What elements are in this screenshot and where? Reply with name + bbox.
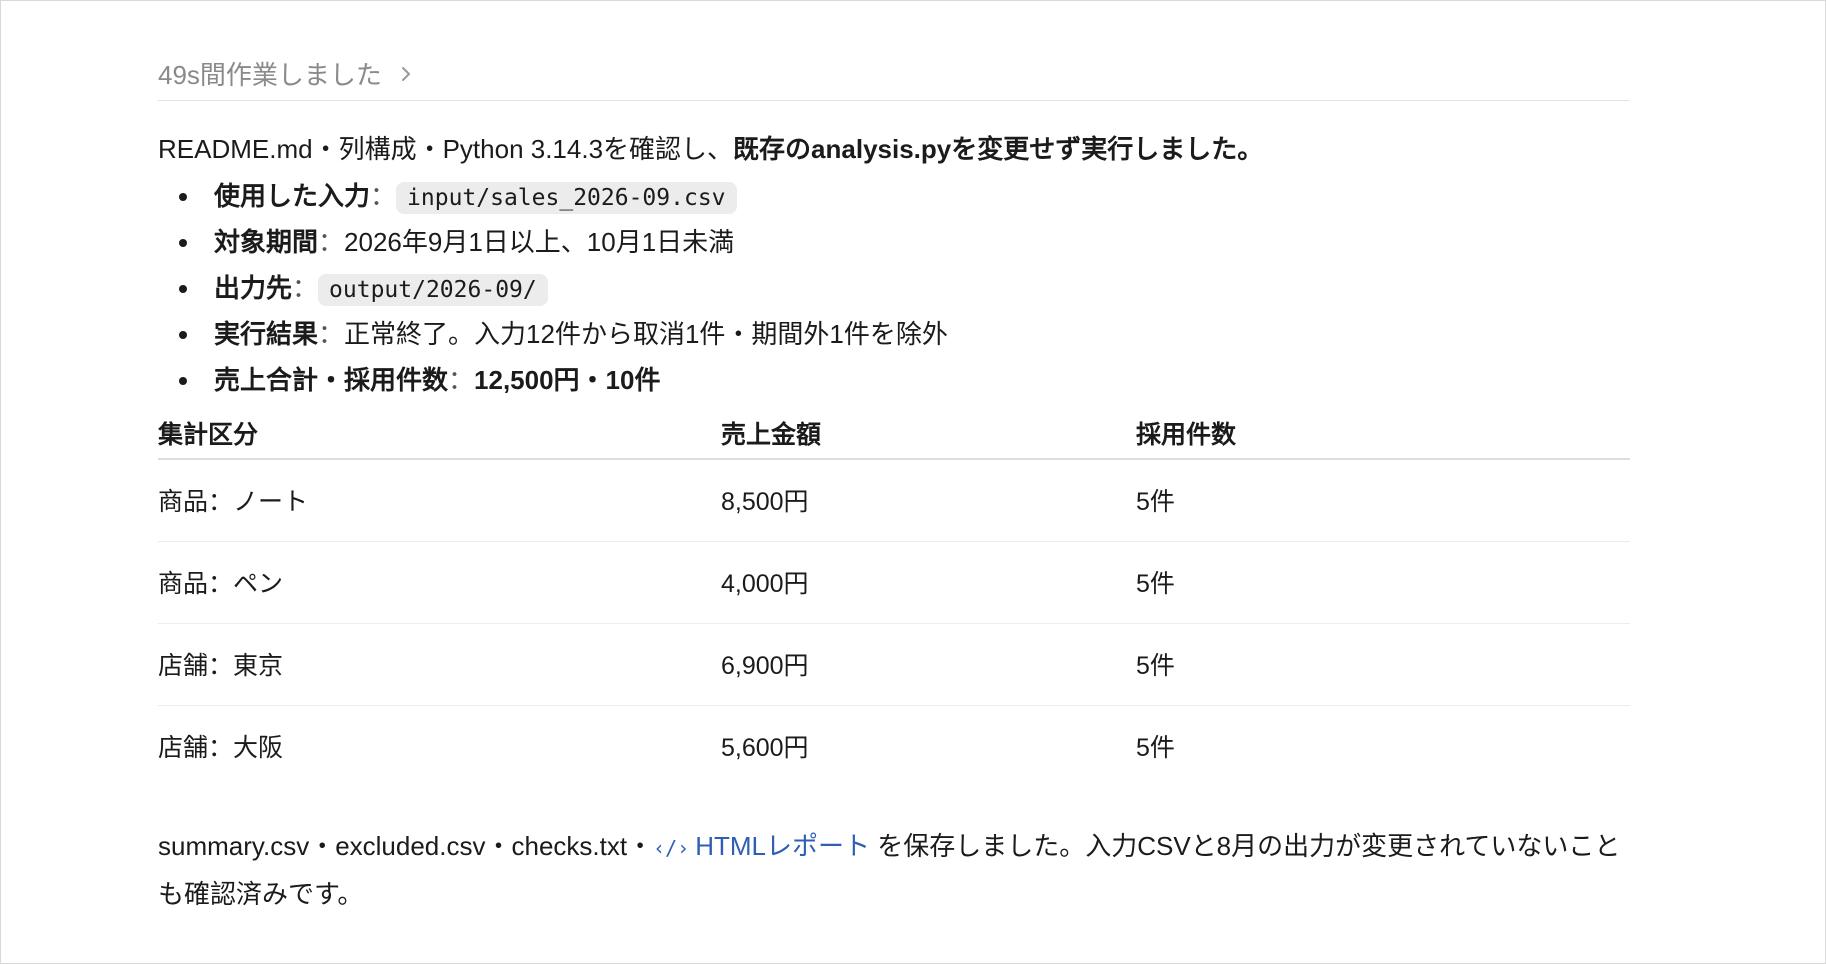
- table-row: 商品：ノート 8,500円 5件: [158, 459, 1630, 542]
- table-cell: 商品：ペン: [158, 541, 721, 624]
- list-item: 使用した入力： input/sales_2026-09.csv: [158, 173, 1630, 219]
- chevron-right-icon: [401, 66, 410, 81]
- separator: ：: [448, 365, 475, 395]
- header-sales-amount: 売上金額: [721, 407, 1136, 460]
- table-cell: 6,900円: [721, 623, 1136, 706]
- output-label: 出力先: [214, 273, 293, 303]
- list-item: 実行結果：正常終了。入力12件から取消1件・期間外1件を除外: [158, 311, 1630, 357]
- result-value: 正常終了。入力12件から取消1件・期間外1件を除外: [344, 319, 948, 349]
- result-bullet-list: 使用した入力： input/sales_2026-09.csv 対象期間：2026…: [158, 173, 1630, 403]
- header-adopted-count: 採用件数: [1136, 407, 1630, 460]
- list-item: 対象期間：2026年9月1日以上、10月1日未満: [158, 219, 1630, 265]
- separator: ：: [318, 227, 345, 257]
- intro-bold-text: 既存のanalysis.pyを変更せず実行しました。: [733, 134, 1264, 164]
- input-label: 使用した入力: [214, 181, 371, 211]
- html-report-link-label: HTMLレポート: [695, 831, 870, 861]
- table-cell: 5件: [1136, 734, 1175, 763]
- table-header-row: 集計区分 売上金額 採用件数: [158, 407, 1630, 460]
- saved-files-text: summary.csv・excluded.csv・checks.txt・: [158, 831, 654, 861]
- table-cell: 5件: [1136, 623, 1630, 706]
- table-cell: 8,500円: [721, 459, 1136, 542]
- list-item: 出力先： output/2026-09/: [158, 265, 1630, 311]
- table-cell: 5,600円: [721, 734, 809, 763]
- table-row: 店舗：東京 6,900円 5件: [158, 623, 1630, 706]
- total-label: 売上合計・採用件数: [214, 365, 449, 395]
- list-item: 売上合計・採用件数：12,500円・10件: [158, 357, 1630, 403]
- table-cell: 5件: [1136, 541, 1630, 624]
- chat-message-panel: 49s間作業しました README.md・列構成・Python 3.14.3を確…: [0, 0, 1826, 964]
- assistant-message: 49s間作業しました README.md・列構成・Python 3.14.3を確…: [158, 53, 1630, 917]
- period-value: 2026年9月1日以上、10月1日未満: [344, 227, 735, 257]
- table-cell: 店舗：東京: [158, 623, 721, 706]
- summary-table: 集計区分 売上金額 採用件数 商品：ノート 8,500円 5件 商品：ペン 4,…: [158, 407, 1630, 787]
- table-cell: 5件: [1136, 459, 1630, 542]
- worked-duration-label: 49s間作業しました: [158, 60, 382, 90]
- output-path-code: output/2026-09/: [318, 274, 548, 306]
- table-row: 商品：ペン 4,000円 5件: [158, 541, 1630, 624]
- table-cell: 4,000円: [721, 541, 1136, 624]
- separator: ：: [370, 181, 397, 211]
- header-category: 集計区分: [158, 407, 721, 460]
- table-row: 店舗：大阪 5,600円 5件: [158, 705, 1630, 787]
- table-cell: 商品：ノート: [158, 459, 721, 542]
- table-cell: 店舗：大阪: [158, 734, 284, 763]
- intro-text: README.md・列構成・Python 3.14.3を確認し、: [158, 134, 734, 164]
- result-label: 実行結果: [214, 319, 319, 349]
- separator: ：: [318, 319, 345, 349]
- html-report-link[interactable]: ‹/› HTMLレポート: [653, 831, 870, 861]
- intro-paragraph: README.md・列構成・Python 3.14.3を確認し、既存のanaly…: [158, 131, 1630, 167]
- summary-paragraph: summary.csv・excluded.csv・checks.txt・‹/› H…: [158, 823, 1630, 917]
- separator: ：: [292, 273, 319, 303]
- worked-duration-toggle[interactable]: 49s間作業しました: [158, 53, 1630, 101]
- code-icon: ‹/›: [653, 836, 690, 860]
- input-path-code: input/sales_2026-09.csv: [396, 182, 737, 214]
- total-value: 12,500円・10件: [474, 365, 661, 395]
- period-label: 対象期間: [214, 227, 319, 257]
